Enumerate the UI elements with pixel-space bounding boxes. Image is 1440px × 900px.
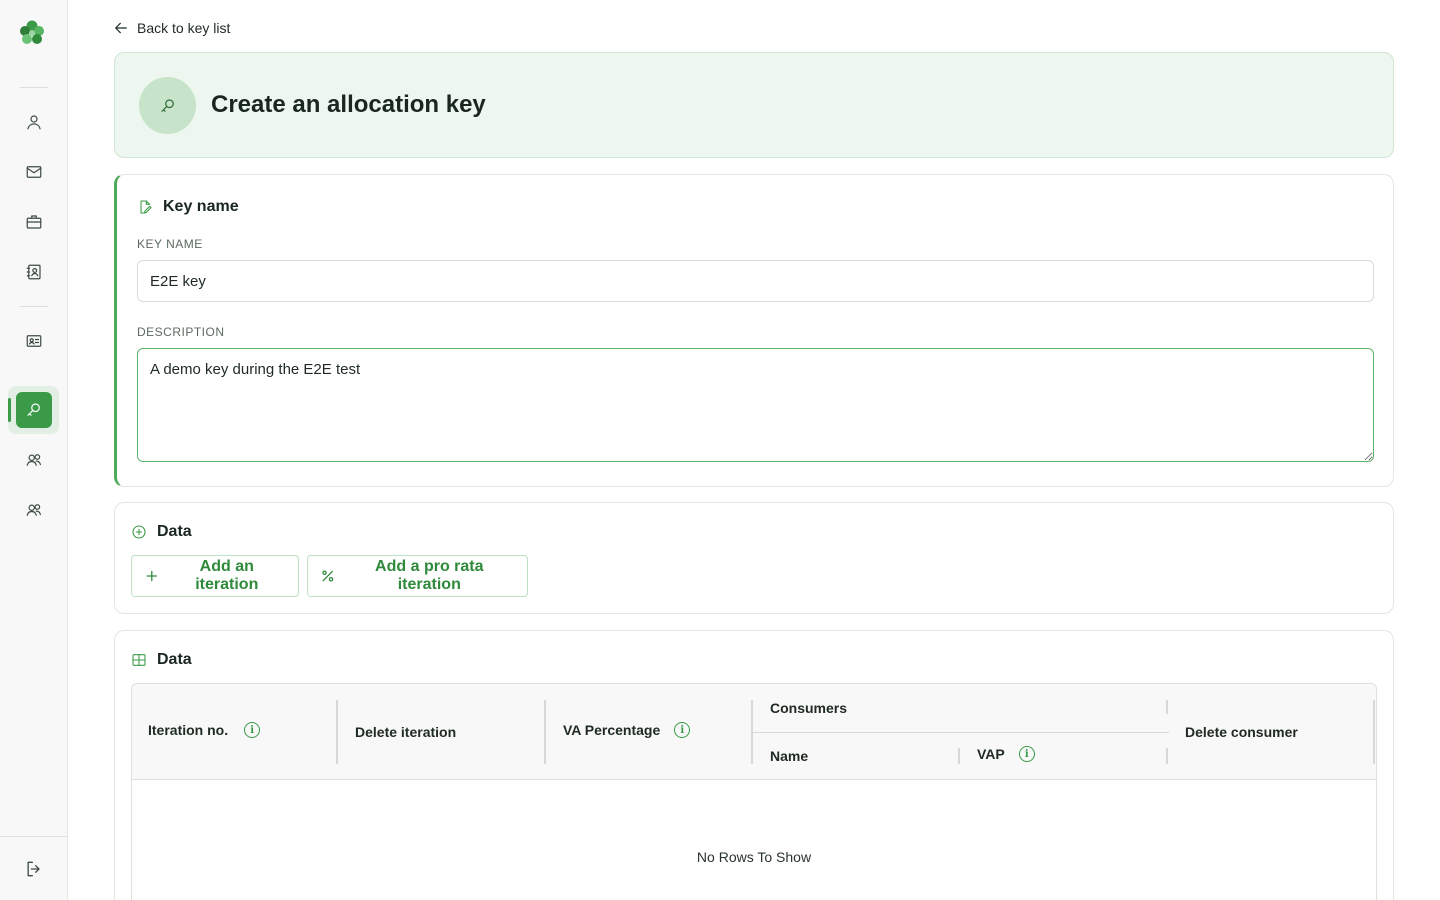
- info-icon[interactable]: i: [1018, 746, 1035, 762]
- description-label: DESCRIPTION: [137, 325, 225, 339]
- grid-header: Iteration no. i Delete iteration VA Perc…: [132, 684, 1376, 780]
- sidebar-active-indicator: [8, 398, 11, 422]
- sidebar-divider: [20, 306, 48, 307]
- data-actions-section: Data Add an iteration Add a pro rata ite…: [114, 502, 1394, 614]
- data-table-label: Data: [157, 651, 192, 668]
- edit-file-icon: [140, 200, 152, 214]
- sidebar-item-contacts[interactable]: [16, 254, 52, 290]
- add-iteration-label: Add an iteration: [195, 558, 259, 593]
- column-resize-handle[interactable]: [544, 700, 546, 764]
- sidebar-item-mail[interactable]: [16, 154, 52, 190]
- mail-icon: [26, 166, 42, 178]
- column-resize-handle[interactable]: [1373, 700, 1375, 764]
- add-pro-rata-label: Add a pro rata iteration: [375, 558, 484, 593]
- back-link-label: Back to key list: [137, 20, 231, 36]
- id-card-icon: [26, 335, 42, 347]
- column-header-vap-label: VAP: [977, 746, 1005, 762]
- column-group-divider: [753, 732, 1169, 733]
- column-header-va-percentage[interactable]: VA Percentage i: [563, 722, 691, 738]
- description-textarea[interactable]: [137, 348, 1374, 462]
- data-grid: Iteration no. i Delete iteration VA Perc…: [131, 683, 1377, 900]
- plus-icon: [146, 570, 157, 582]
- column-header-vap[interactable]: VAP i: [977, 746, 1035, 762]
- sidebar-item-groups[interactable]: [16, 442, 52, 478]
- key-icon: [139, 77, 196, 134]
- add-pro-rata-iteration-button[interactable]: Add a pro rata iteration: [307, 555, 528, 597]
- sidebar: [0, 0, 68, 900]
- sidebar-item-briefcase[interactable]: [16, 204, 52, 240]
- column-header-delete-iteration-label: Delete iteration: [355, 724, 457, 740]
- sidebar-item-users[interactable]: [16, 104, 52, 140]
- column-group-consumers: Consumers: [770, 700, 847, 716]
- column-group-consumers-label: Consumers: [770, 700, 848, 716]
- column-resize-handle[interactable]: [336, 700, 338, 764]
- info-icon[interactable]: i: [674, 722, 691, 738]
- plus-circle-icon: [132, 525, 146, 539]
- data-actions-label: Data: [157, 523, 192, 540]
- data-table-title: Data: [131, 651, 192, 669]
- briefcase-icon: [26, 215, 42, 229]
- key-name-section: Key name KEY NAME DESCRIPTION: [114, 174, 1394, 487]
- column-resize-handle[interactable]: [1166, 700, 1168, 714]
- sidebar-item-consumers[interactable]: [16, 492, 52, 528]
- column-header-name[interactable]: Name: [770, 748, 808, 764]
- column-header-va-percentage-label: VA Percentage: [563, 722, 661, 738]
- sidebar-divider: [20, 87, 48, 88]
- column-header-delete-consumer-label: Delete consumer: [1185, 724, 1298, 740]
- logout-icon: [27, 861, 40, 877]
- info-icon[interactable]: i: [244, 722, 261, 738]
- key-name-section-label: Key name: [163, 198, 239, 215]
- column-header-delete-iteration[interactable]: Delete iteration: [355, 724, 456, 740]
- page-header: Create an allocation key: [114, 52, 1394, 158]
- empty-state-message: No Rows To Show: [696, 849, 812, 865]
- data-table-section: Data Iteration no. i Delete iteration VA…: [114, 630, 1394, 900]
- arrow-left-icon: [115, 22, 127, 34]
- sidebar-bottom-divider: [0, 836, 68, 837]
- page-title: Create an allocation key: [211, 91, 486, 118]
- clover-logo[interactable]: [17, 18, 47, 48]
- key-name-label: KEY NAME: [137, 237, 203, 251]
- sidebar-item-allocation-keys[interactable]: [16, 392, 52, 428]
- column-resize-handle[interactable]: [958, 748, 960, 764]
- users-icon: [26, 454, 41, 466]
- column-resize-handle[interactable]: [1166, 748, 1168, 764]
- users-icon: [26, 504, 41, 516]
- table-icon: [132, 654, 146, 666]
- add-iteration-button[interactable]: Add an iteration: [131, 555, 299, 597]
- column-header-delete-consumer[interactable]: Delete consumer: [1185, 724, 1298, 740]
- user-icon: [27, 115, 41, 130]
- key-icon: [27, 403, 40, 416]
- data-actions-title: Data: [131, 523, 192, 541]
- key-name-input[interactable]: [137, 260, 1374, 302]
- back-to-key-list-link[interactable]: Back to key list: [113, 20, 230, 36]
- sidebar-item-id-card[interactable]: [16, 323, 52, 359]
- column-header-iteration-no[interactable]: Iteration no. i: [148, 722, 261, 738]
- percent-icon: [322, 570, 334, 582]
- column-header-iteration-no-label: Iteration no.: [148, 722, 229, 738]
- logout-button[interactable]: [16, 851, 52, 887]
- contact-book-icon: [26, 264, 41, 280]
- column-header-name-label: Name: [770, 748, 809, 764]
- key-name-section-title: Key name: [137, 198, 239, 216]
